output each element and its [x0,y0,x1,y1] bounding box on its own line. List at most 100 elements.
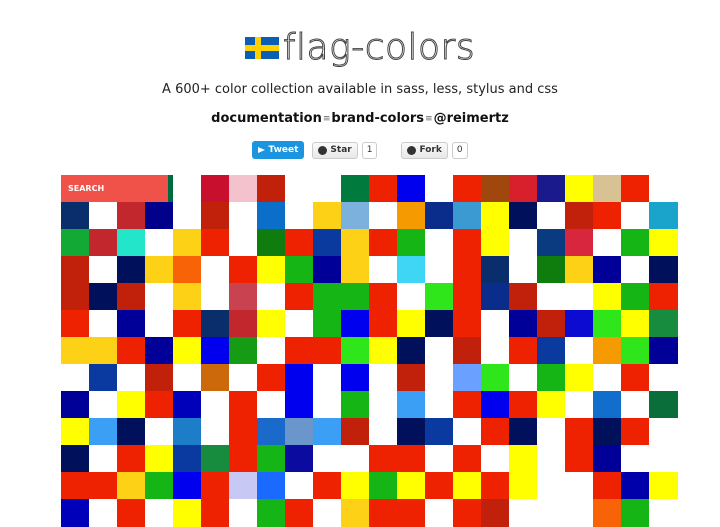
color-swatch[interactable] [341,337,370,365]
color-swatch[interactable] [481,364,510,392]
color-swatch[interactable] [61,364,90,392]
color-swatch[interactable] [453,310,482,338]
color-swatch[interactable] [425,418,454,446]
color-swatch[interactable] [537,391,566,419]
color-swatch[interactable] [201,445,230,473]
color-swatch[interactable] [509,364,538,392]
color-swatch[interactable] [313,472,342,500]
color-swatch[interactable] [341,175,370,203]
color-swatch[interactable] [201,310,230,338]
color-swatch[interactable] [341,445,370,473]
color-swatch[interactable] [61,229,90,257]
color-swatch[interactable] [397,229,426,257]
color-swatch[interactable] [593,445,622,473]
color-swatch[interactable] [649,337,678,365]
color-swatch[interactable] [537,256,566,284]
color-swatch[interactable] [341,472,370,500]
color-swatch[interactable] [201,175,230,203]
color-swatch[interactable] [481,175,510,203]
color-swatch[interactable] [201,229,230,257]
color-swatch[interactable] [173,202,202,230]
color-swatch[interactable] [89,445,118,473]
color-swatch[interactable] [397,418,426,446]
color-swatch[interactable] [89,229,118,257]
color-swatch[interactable] [509,418,538,446]
color-swatch[interactable] [229,391,258,419]
color-swatch[interactable] [173,283,202,311]
color-swatch[interactable] [89,283,118,311]
fork-button[interactable]: Fork [401,141,448,159]
color-swatch[interactable] [481,256,510,284]
color-swatch[interactable] [425,391,454,419]
color-swatch[interactable] [369,499,398,527]
color-swatch[interactable] [145,499,174,527]
color-swatch[interactable] [313,499,342,527]
color-swatch[interactable] [649,229,678,257]
color-swatch[interactable] [61,283,90,311]
color-swatch[interactable] [257,418,286,446]
color-swatch[interactable] [565,472,594,500]
color-swatch[interactable] [285,283,314,311]
color-swatch[interactable] [201,472,230,500]
color-swatch[interactable] [285,445,314,473]
color-swatch[interactable] [285,202,314,230]
color-swatch[interactable] [313,256,342,284]
color-swatch[interactable] [257,499,286,527]
brand-colors-link[interactable]: brand-colors [331,111,424,126]
color-swatch[interactable] [397,445,426,473]
color-swatch[interactable] [537,310,566,338]
color-swatch[interactable] [61,418,90,446]
color-swatch[interactable] [509,337,538,365]
color-swatch[interactable] [285,499,314,527]
color-swatch[interactable] [145,472,174,500]
star-button[interactable]: Star [312,141,358,159]
color-swatch[interactable] [89,418,118,446]
color-swatch[interactable] [89,391,118,419]
color-swatch[interactable] [61,337,90,365]
color-swatch[interactable] [593,283,622,311]
color-swatch[interactable] [229,175,258,203]
color-swatch[interactable] [285,256,314,284]
color-swatch[interactable] [649,472,678,500]
color-swatch[interactable] [257,256,286,284]
color-swatch[interactable] [89,472,118,500]
color-swatch[interactable] [649,202,678,230]
color-swatch[interactable] [313,418,342,446]
color-swatch[interactable] [453,364,482,392]
color-swatch[interactable] [397,472,426,500]
color-swatch[interactable] [481,283,510,311]
color-swatch[interactable] [201,418,230,446]
color-swatch[interactable] [453,445,482,473]
color-swatch[interactable] [341,499,370,527]
color-swatch[interactable] [649,256,678,284]
color-swatch[interactable] [565,445,594,473]
color-swatch[interactable] [369,364,398,392]
color-swatch[interactable] [621,256,650,284]
color-swatch[interactable] [341,202,370,230]
color-swatch[interactable] [61,256,90,284]
color-swatch[interactable] [621,499,650,527]
color-swatch[interactable] [313,283,342,311]
color-swatch[interactable] [565,391,594,419]
color-swatch[interactable] [481,418,510,446]
color-swatch[interactable] [229,202,258,230]
color-swatch[interactable] [481,337,510,365]
color-swatch[interactable] [509,229,538,257]
color-swatch[interactable] [453,256,482,284]
color-swatch[interactable] [453,499,482,527]
color-swatch[interactable] [425,364,454,392]
color-swatch[interactable] [89,256,118,284]
color-swatch[interactable] [117,472,146,500]
color-swatch[interactable] [257,175,286,203]
color-swatch[interactable] [397,256,426,284]
color-swatch[interactable] [537,337,566,365]
color-swatch[interactable] [285,472,314,500]
color-swatch[interactable] [173,337,202,365]
color-swatch[interactable] [201,364,230,392]
color-swatch[interactable] [593,364,622,392]
color-swatch[interactable] [61,445,90,473]
color-swatch[interactable] [61,499,90,527]
color-swatch[interactable] [397,283,426,311]
color-swatch[interactable] [537,175,566,203]
color-swatch[interactable] [229,283,258,311]
